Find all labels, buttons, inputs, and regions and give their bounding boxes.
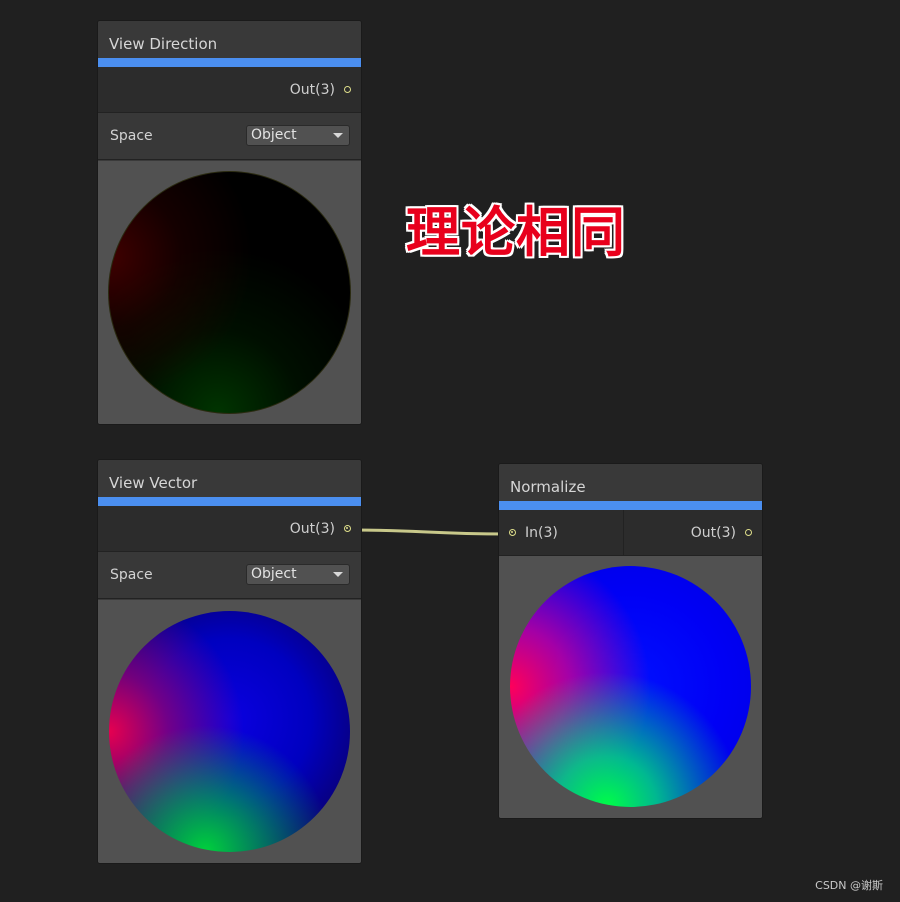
normalize-node[interactable]: Normalize In(3) Out(3) <box>499 464 762 818</box>
output-port-row: Out(3) <box>98 67 361 113</box>
node-title[interactable]: View Vector <box>98 460 361 497</box>
connection-edge[interactable] <box>351 528 508 536</box>
space-label: Space <box>110 567 153 583</box>
node-accent-bar <box>98 497 361 506</box>
chevron-down-icon <box>333 572 343 577</box>
space-dropdown-value: Object <box>251 127 297 143</box>
node-title[interactable]: View Direction <box>98 21 361 58</box>
output-port-icon[interactable] <box>344 525 351 532</box>
port-divider <box>623 510 624 555</box>
watermark: CSDN @谢斯 <box>815 879 883 892</box>
output-port-label: Out(3) <box>289 81 335 98</box>
input-port-icon[interactable] <box>509 529 516 536</box>
space-property-row: Space Object <box>98 552 361 599</box>
space-dropdown-value: Object <box>251 566 297 582</box>
space-dropdown[interactable]: Object <box>246 125 350 146</box>
annotation-text: 理论相同 <box>406 201 626 264</box>
view-vector-node[interactable]: View Vector Out(3) Space Object <box>98 460 361 863</box>
preview-panel <box>98 161 361 424</box>
preview-panel <box>98 600 361 863</box>
chevron-down-icon <box>333 133 343 138</box>
preview-sphere <box>510 566 751 807</box>
space-dropdown[interactable]: Object <box>246 564 350 585</box>
port-row: In(3) Out(3) <box>499 510 762 556</box>
preview-sphere <box>109 611 350 852</box>
output-port-label: Out(3) <box>289 520 335 537</box>
output-port-row: Out(3) <box>98 506 361 552</box>
node-accent-bar <box>98 58 361 67</box>
output-port-label: Out(3) <box>690 524 736 541</box>
space-label: Space <box>110 128 153 144</box>
preview-sphere <box>109 172 350 413</box>
node-title[interactable]: Normalize <box>499 464 762 501</box>
space-property-row: Space Object <box>98 113 361 160</box>
preview-panel <box>499 556 762 818</box>
output-port-icon[interactable] <box>344 86 351 93</box>
view-direction-node[interactable]: View Direction Out(3) Space Object <box>98 21 361 424</box>
input-port-label: In(3) <box>525 524 558 541</box>
node-accent-bar <box>499 501 762 510</box>
output-port-icon[interactable] <box>745 529 752 536</box>
